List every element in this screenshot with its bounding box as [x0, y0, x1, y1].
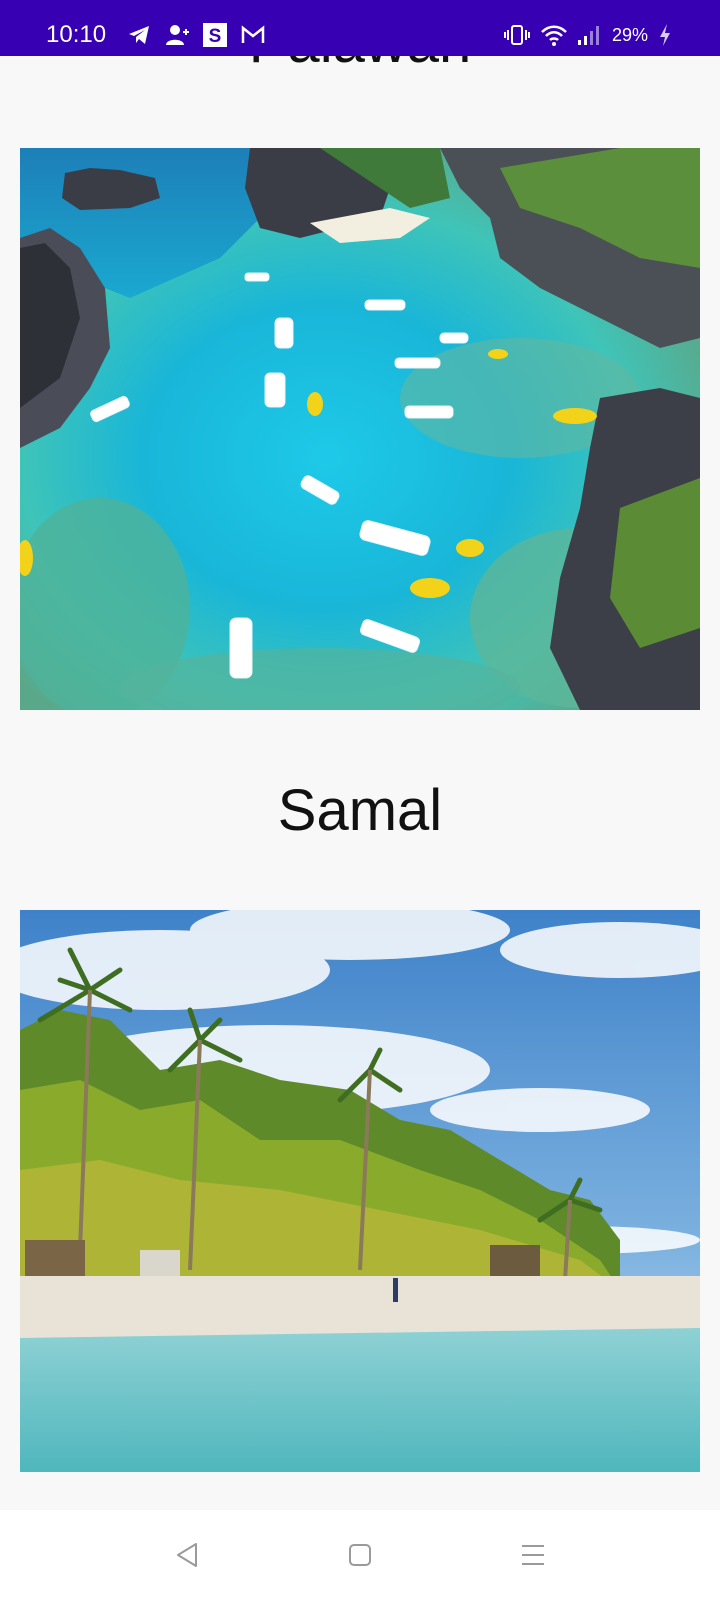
back-button[interactable] — [162, 1530, 212, 1580]
battery-percent: 29% — [611, 25, 648, 45]
battery-charging-icon — [658, 22, 672, 48]
vibrate-icon — [503, 22, 530, 48]
notification-icons: S — [126, 22, 266, 48]
signal-icon — [576, 22, 602, 48]
home-icon — [349, 1544, 371, 1566]
back-icon — [177, 1543, 197, 1567]
place-title-palawan: Palawan — [0, 56, 720, 78]
add-contact-icon — [164, 22, 190, 48]
system-icons: 29% — [503, 22, 672, 48]
recents-button[interactable] — [508, 1530, 558, 1580]
wifi-icon — [540, 22, 567, 48]
place-title-samal: Samal — [277, 778, 443, 843]
palawan-lagoon-image — [20, 148, 700, 710]
status-bar: 10:10 S 29% — [0, 0, 720, 56]
places-list[interactable]: Palawan — [0, 56, 720, 1510]
navigation-bar — [0, 1510, 720, 1600]
svg-text:S: S — [209, 26, 222, 47]
recents-icon — [522, 1545, 544, 1565]
samal-beach-image — [20, 910, 700, 1472]
gmail-icon — [240, 22, 266, 48]
telegram-icon — [126, 22, 152, 48]
status-time: 10:10 — [46, 21, 107, 48]
home-button[interactable] — [335, 1530, 385, 1580]
s-app-icon: S — [202, 22, 228, 48]
